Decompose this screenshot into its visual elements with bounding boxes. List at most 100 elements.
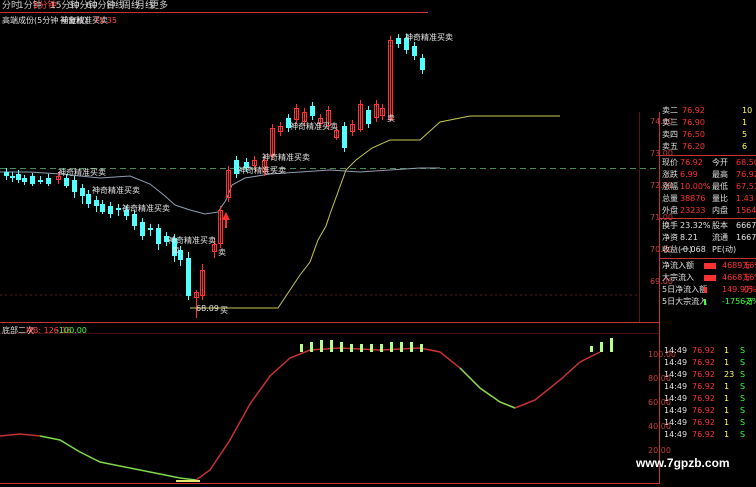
trade-price: 76.92 [692,418,715,427]
signal-bar [380,344,383,352]
trade-volume: 1 [724,382,730,391]
trade-side: S [740,394,746,403]
signal-label: 神奇精准买卖 [168,236,216,245]
trade-side: S [740,382,746,391]
trade-side: S [740,406,746,415]
trade-volume: 1 [724,406,730,415]
candle-body [30,176,35,184]
ask-price: 76.20 [682,142,705,151]
flow-label: 净流入额 [662,261,694,270]
signal-bar [340,342,343,352]
stat-value: 23.32% [680,221,711,230]
divider [660,218,756,219]
signal-bar [360,344,363,352]
stat-value: 6667万 [736,221,756,230]
stat-value: 15643 [736,206,756,215]
chart-canvas [0,12,756,484]
oscillator-line [39,435,197,481]
trade-time: 14:49 [664,370,688,379]
flow-row: 大宗流入4668万16% [660,272,756,284]
sell-label: 卖 [172,246,180,255]
trade-side: S [740,358,746,367]
ask-label: 卖五 [662,142,678,151]
signal-label: 神奇精准买卖 [290,122,338,131]
candle-body [94,200,99,206]
stat-row: 总量 38876 量比 1.43 [660,193,756,205]
signal-bar [310,342,313,352]
flow-label: 5日净流入额 [662,285,708,294]
signal-bar [300,344,303,352]
signal-bar [370,344,373,352]
trade-side: S [740,418,746,427]
divider [660,258,756,259]
stat-value: 38876 [680,194,706,203]
candle-body [342,126,347,148]
trade-time: 14:49 [664,346,688,355]
trade-row: 14:49 76.92 1 S [662,381,756,393]
signal-label: 神奇精准买卖 [262,153,310,162]
stat-value: -0.068 [680,245,706,254]
trade-price: 76.92 [692,394,715,403]
flow-bar [704,299,706,305]
sub-scale-label: 20.00 [648,446,671,455]
trade-price: 76.92 [692,346,715,355]
low-price-label: 68.09 [196,304,219,313]
stat-value: 8.21 [680,233,698,242]
trade-price: 76.92 [692,406,715,415]
flow-pct: -2% [744,297,756,306]
trade-row: 14:49 76.92 1 S [662,393,756,405]
flow-label: 大宗流入 [662,273,694,282]
oscillator-line [514,351,601,409]
trade-time: 14:49 [664,418,688,427]
ask-volume: 6 [742,142,748,151]
signal-label: 神奇精准买卖 [122,204,170,213]
signal-bar [410,342,413,352]
stat-label: 量比 [712,194,728,203]
candle-body [186,258,191,296]
ask-row: 卖五 76.20 6 [660,141,756,153]
trade-volume: 23 [724,370,735,379]
candle-body [396,38,401,44]
stat-label: 净资 [662,233,678,242]
trade-price: 76.92 [692,370,715,379]
trade-time: 14:49 [664,358,688,367]
ask-price: 76.92 [682,106,705,115]
trade-side: S [740,346,746,355]
stat-value: 1.43 [736,194,754,203]
divider [660,155,756,156]
stat-label: 内盘 [712,206,728,215]
candle-body [366,110,371,124]
stat-row: 换手23.32%股本 6667万 [660,220,756,232]
watermark: www.7gpzb.com [636,456,730,470]
stat-label: 总量 [662,194,678,203]
cover-panel [428,12,756,112]
signal-bar [320,340,323,352]
flow-pct: 0% [744,285,756,294]
stat-value: 1667万 [736,233,756,242]
buy-label: 买 [220,306,228,315]
trade-side: S [740,370,746,379]
stat-label: 股本 [712,221,728,230]
signal-label: 神奇精准买卖 [405,33,453,42]
trade-volume: 1 [724,430,730,439]
candle-body [412,46,417,56]
oscillator-line [459,367,516,409]
trade-row: 14:49 76.92 1 S [662,429,756,441]
ask-label: 卖四 [662,130,678,139]
stat-label: 换手 [662,221,678,230]
candle-body [64,178,69,186]
sub-indicator-value-b: -100.00 [56,326,87,335]
stat-row: 净资8.21 流通 1667万 [660,232,756,244]
signal-bar [400,342,403,352]
ask-volume: 10 [742,106,753,115]
flow-bar [704,287,707,293]
stat-value: 76.92 [736,170,756,179]
flow-bar [704,263,716,269]
candle-body [310,106,315,116]
support-line [190,115,560,309]
flow-pct: 16% [744,273,756,282]
stat-label: 今开 [712,158,728,167]
trade-volume: 1 [724,394,730,403]
stat-label: 外盘 [662,206,678,215]
signal-bar [350,344,353,352]
